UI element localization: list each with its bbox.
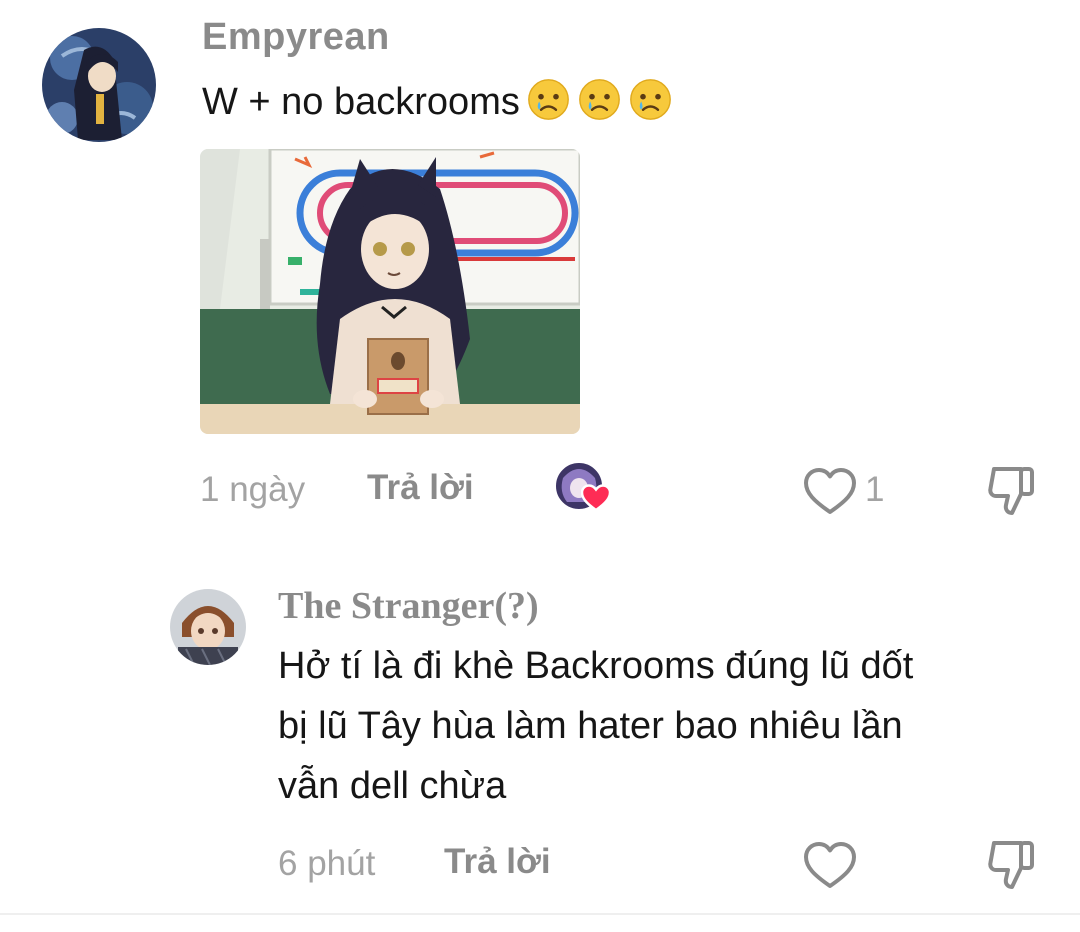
crying-face-icon (629, 79, 671, 120)
comment-text: Hở tí là đi khè Backrooms đúng lũ dốt bị… (278, 636, 913, 816)
comment-text-line: vẫn dell chừa (278, 765, 507, 807)
comment-username[interactable]: The Stranger(?) (278, 584, 539, 628)
heart-filled-icon (581, 484, 611, 512)
like-count: 1 (865, 470, 885, 509)
reply-button[interactable]: Trả lời (367, 468, 474, 508)
comment-text-content: W + no backrooms (202, 81, 520, 123)
avatar[interactable] (42, 28, 156, 142)
heart-outline-icon[interactable] (802, 466, 858, 516)
avatar[interactable] (170, 589, 246, 665)
divider (0, 913, 1080, 915)
crying-face-icon (527, 79, 569, 120)
thumbs-down-icon[interactable] (985, 463, 1037, 519)
comment-time: 6 phút (278, 844, 376, 883)
comments-section: Empyrean W + no backrooms 1 ngày Trả lời… (0, 0, 1080, 932)
heart-outline-icon[interactable] (802, 840, 858, 890)
creator-liked-badge (553, 460, 613, 516)
comment-text-line: bị lũ Tây hùa làm hater bao nhiêu lần (278, 705, 903, 747)
comment-username[interactable]: Empyrean (202, 16, 390, 59)
crying-face-icon (578, 79, 620, 120)
comment-time: 1 ngày (200, 470, 306, 509)
comment-sticker-image[interactable] (200, 149, 580, 434)
comment-text: W + no backrooms (202, 72, 673, 132)
comment-text-line: Hở tí là đi khè Backrooms đúng lũ dốt (278, 645, 914, 687)
thumbs-down-icon[interactable] (985, 837, 1037, 893)
reply-button[interactable]: Trả lời (444, 842, 551, 882)
